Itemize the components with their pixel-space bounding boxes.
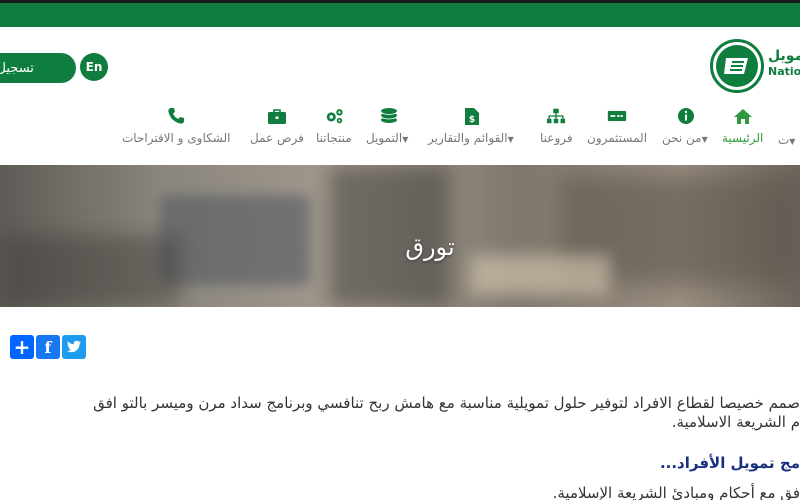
logo-text-english: Nation xyxy=(768,65,800,78)
nav-item-financing[interactable]: ▼التمويل xyxy=(366,107,411,145)
nav-item-label: منتجاتنا xyxy=(316,131,352,145)
site-header: تسجيل الد En تمويل Nation ▼ت xyxy=(0,27,800,165)
logo-emblem xyxy=(710,39,764,93)
nav-item-label: التمويل xyxy=(366,131,403,145)
chevron-down-icon: ▼ xyxy=(402,135,409,144)
twitter-icon[interactable] xyxy=(62,335,86,359)
top-bar xyxy=(0,0,800,27)
chevron-down-icon: ▼ xyxy=(789,137,796,146)
content-paragraph: فق مع أحكام ومبادئ الشريعة الإسلامية. xyxy=(552,484,800,500)
chevron-down-icon: ▼ xyxy=(507,135,514,144)
site-logo[interactable]: تمويل Nation xyxy=(710,39,800,95)
home-icon xyxy=(733,107,753,125)
nav-item-label: فرص عمل xyxy=(250,131,304,145)
language-toggle-button[interactable]: En xyxy=(80,53,108,81)
share-buttons: + f xyxy=(10,335,86,359)
nav-item-label: من نحن xyxy=(662,131,702,145)
info-icon xyxy=(676,107,696,125)
login-button-label: تسجيل الد xyxy=(0,60,34,76)
nav-item-label: الرئيسية xyxy=(722,131,764,145)
nav-item-label: فروعنا xyxy=(540,131,573,145)
phone-icon xyxy=(166,107,186,125)
coins-icon xyxy=(379,107,399,125)
nav-item-partial[interactable]: ▼ت xyxy=(778,133,798,147)
content-paragraph: م الشريعة الاسلامية. xyxy=(671,413,800,431)
nav-item-complaints[interactable]: الشكاوى و الاقتراحات xyxy=(122,107,230,145)
briefcase-icon xyxy=(267,107,287,125)
chevron-down-icon: ▼ xyxy=(701,135,708,144)
page-title: تورق xyxy=(405,233,455,261)
nav-item-careers[interactable]: فرص عمل xyxy=(250,107,304,145)
addtoany-icon[interactable]: + xyxy=(10,335,34,359)
svg-text:$: $ xyxy=(469,115,475,125)
nav-item-home[interactable]: الرئيسية xyxy=(722,107,763,145)
sitemap-icon xyxy=(546,107,566,125)
nav-item-partial-label: ت xyxy=(778,133,790,147)
nav-item-label: القوائم والتقارير xyxy=(428,131,508,145)
hero-banner: تورق xyxy=(0,165,800,307)
nav-item-label: الشكاوى و الاقتراحات xyxy=(122,131,231,145)
facebook-icon[interactable]: f xyxy=(36,335,60,359)
gears-icon xyxy=(324,107,344,125)
hero-background-shape xyxy=(470,255,610,295)
nav-item-reports[interactable]: $ ▼القوائم والتقارير xyxy=(428,107,517,145)
nav-item-investors[interactable]: المستثمرون xyxy=(587,107,647,145)
nav-item-label: المستثمرون xyxy=(587,131,648,145)
money-icon xyxy=(607,107,627,125)
logo-text: تمويل Nation xyxy=(768,47,800,79)
nav-item-about[interactable]: ▼من نحن xyxy=(662,107,711,145)
nav-item-branches[interactable]: فروعنا xyxy=(540,107,573,145)
logo-mark-icon xyxy=(724,58,748,74)
document-dollar-icon: $ xyxy=(462,107,482,125)
nav-item-products[interactable]: منتجاتنا xyxy=(316,107,352,145)
login-button[interactable]: تسجيل الد xyxy=(0,53,76,83)
logo-text-arabic: تمويل xyxy=(768,48,800,64)
section-heading: مج تمويل الأفراد... xyxy=(659,454,800,472)
